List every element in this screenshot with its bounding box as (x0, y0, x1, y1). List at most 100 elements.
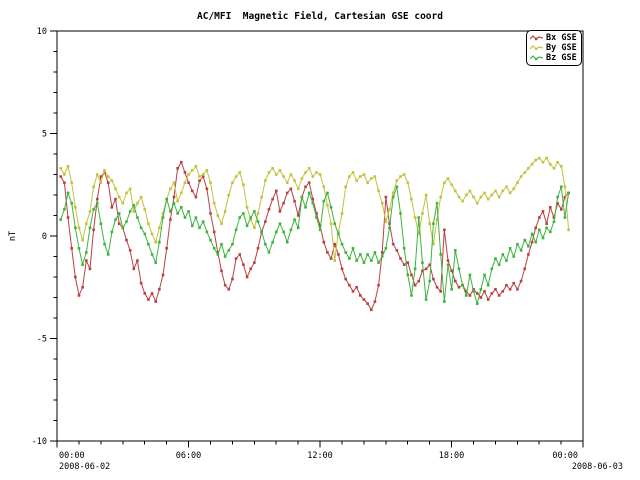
data-point-marker (436, 286, 439, 289)
data-point-marker (315, 216, 318, 219)
data-point-marker (556, 161, 559, 164)
data-point-marker (103, 243, 106, 246)
data-point-marker (439, 290, 442, 293)
data-point-marker (122, 202, 125, 205)
data-point-marker (560, 186, 563, 189)
data-point-marker (396, 186, 399, 189)
data-point-marker (100, 175, 103, 178)
data-point-marker (465, 294, 468, 297)
data-point-marker (180, 192, 183, 195)
data-point-marker (235, 257, 238, 260)
data-point-marker (282, 175, 285, 178)
data-point-marker (505, 284, 508, 287)
data-point-marker (512, 282, 515, 285)
data-point-marker (374, 300, 377, 303)
data-point-marker (312, 202, 315, 205)
data-point-marker (476, 292, 479, 295)
data-point-marker (410, 198, 413, 201)
data-point-marker (322, 186, 325, 189)
data-point-marker (78, 294, 81, 297)
legend-label-by: By GSE (546, 43, 577, 53)
data-point-marker (523, 268, 526, 271)
data-point-marker (96, 202, 99, 205)
data-point-marker (242, 263, 245, 266)
data-point-marker (560, 208, 563, 211)
data-point-marker (118, 212, 121, 215)
data-point-marker (111, 179, 114, 182)
data-point-marker (388, 227, 391, 230)
series-line-bx-gse (61, 162, 569, 310)
data-point-marker (158, 241, 161, 244)
data-point-marker (472, 290, 475, 293)
data-point-marker (425, 268, 428, 271)
data-point-marker (111, 206, 114, 209)
data-point-marker (271, 241, 274, 244)
data-point-marker (556, 196, 559, 199)
data-point-marker (238, 253, 241, 256)
data-point-marker (403, 173, 406, 176)
data-point-marker (545, 227, 548, 230)
data-point-marker (377, 190, 380, 193)
data-point-marker (458, 268, 461, 271)
data-point-marker (195, 196, 198, 199)
data-point-marker (209, 212, 212, 215)
data-point-marker (140, 282, 143, 285)
data-point-marker (169, 210, 172, 213)
data-point-marker (107, 181, 110, 184)
data-point-marker (542, 161, 545, 164)
data-point-marker (129, 249, 132, 252)
data-point-marker (180, 206, 183, 209)
data-point-marker (114, 198, 117, 201)
data-point-marker (169, 188, 172, 191)
data-point-marker (487, 298, 490, 301)
data-point-marker (494, 190, 497, 193)
data-point-marker (246, 224, 249, 227)
data-point-marker (545, 157, 548, 160)
data-point-marker (366, 181, 369, 184)
bz-line-sample-icon (530, 54, 543, 62)
data-point-marker (523, 239, 526, 242)
data-point-marker (428, 222, 431, 225)
data-point-marker (567, 229, 570, 232)
data-point-marker (173, 181, 176, 184)
data-point-marker (169, 218, 172, 221)
data-point-marker (385, 220, 388, 223)
data-point-marker (231, 278, 234, 281)
data-point-marker (385, 196, 388, 199)
data-point-marker (403, 263, 406, 266)
data-point-marker (268, 208, 271, 211)
data-point-marker (253, 227, 256, 230)
data-point-marker (100, 181, 103, 184)
legend-entry-by: By GSE (530, 43, 577, 53)
data-point-marker (224, 255, 227, 258)
data-point-marker (520, 280, 523, 283)
data-point-marker (92, 208, 95, 211)
data-point-marker (235, 229, 238, 232)
data-point-marker (432, 222, 435, 225)
data-point-marker (122, 227, 125, 230)
data-point-marker (498, 263, 501, 266)
data-point-marker (132, 204, 135, 207)
data-point-marker (407, 274, 410, 277)
data-point-marker (439, 253, 442, 256)
data-point-marker (447, 263, 450, 266)
data-point-marker (370, 259, 373, 262)
data-point-marker (428, 280, 431, 283)
data-point-marker (483, 290, 486, 293)
data-point-marker (67, 165, 70, 168)
data-point-marker (297, 188, 300, 191)
data-point-marker (520, 175, 523, 178)
data-point-marker (85, 259, 88, 262)
data-point-marker (249, 268, 252, 271)
data-point-marker (399, 175, 402, 178)
data-point-marker (301, 177, 304, 180)
data-point-marker (70, 247, 73, 250)
y-tick-label: -5 (37, 335, 47, 345)
data-point-marker (553, 167, 556, 170)
data-point-marker (315, 171, 318, 174)
data-point-marker (246, 276, 249, 279)
data-point-marker (118, 196, 121, 199)
data-point-marker (107, 253, 110, 256)
data-point-marker (333, 222, 336, 225)
data-point-marker (85, 222, 88, 225)
